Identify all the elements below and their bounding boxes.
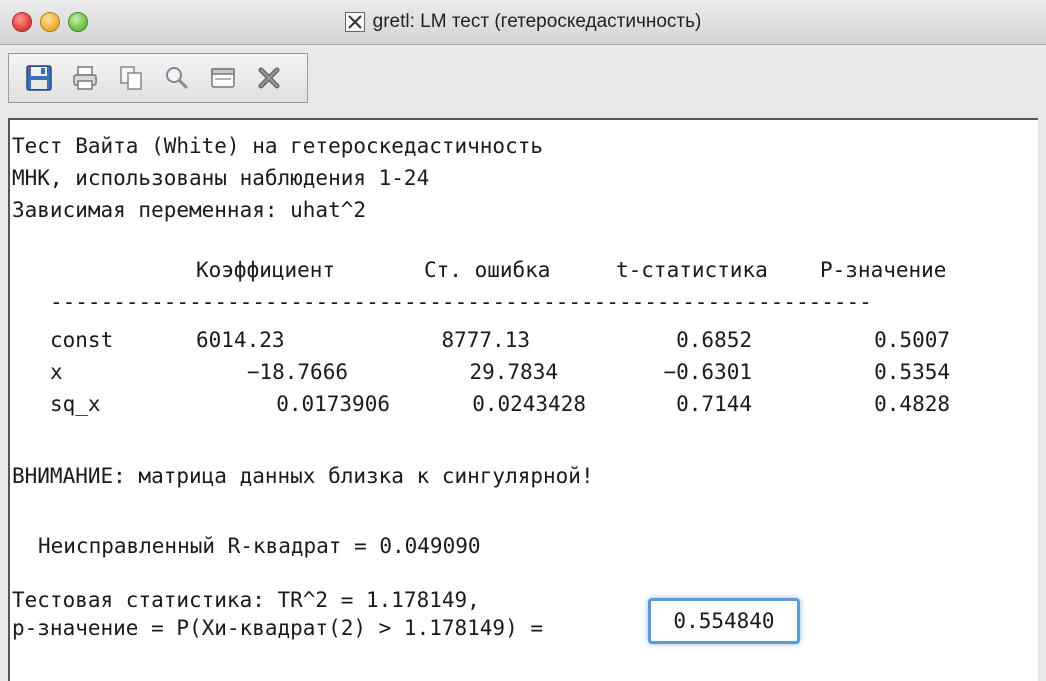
close-icon[interactable] xyxy=(251,60,287,96)
row-coef-const: 6014.23 xyxy=(196,328,285,352)
table-separator: ----------------------------------------… xyxy=(50,290,872,314)
column-header-p: P-значение xyxy=(820,258,947,282)
print-icon[interactable] xyxy=(67,60,103,96)
p-value-expression: p-значение = P(Хи-квадрат(2) > 1.178149)… xyxy=(12,616,544,640)
column-header-t: t-статистика xyxy=(616,258,768,282)
column-header-coef: Коэффициент xyxy=(196,258,336,282)
row-p-x: 0.5354 xyxy=(874,360,950,384)
x11-icon xyxy=(344,12,365,32)
copy-icon[interactable] xyxy=(113,60,149,96)
row-var-const: const xyxy=(50,328,114,352)
row-coef-x: −18.7666 xyxy=(246,360,348,384)
row-se-sq_x: 0.0243428 xyxy=(472,392,586,416)
unadjusted-r2: Неисправленный R-квадрат = 0.049090 xyxy=(38,534,481,558)
output-text-area[interactable]: Тест Вайта (White) на гетероскедастичнос… xyxy=(8,118,1038,681)
row-se-x: 29.7834 xyxy=(469,360,558,384)
row-coef-sq_x: 0.0173906 xyxy=(276,392,390,416)
test-statistic: Тестовая статистика: TR^2 = 1.178149, xyxy=(12,588,480,612)
row-t-sq_x: 0.7144 xyxy=(676,392,752,416)
row-p-const: 0.5007 xyxy=(874,328,950,352)
warning-message: ВНИМАНИЕ: матрица данных близка к сингул… xyxy=(12,464,594,488)
column-header-se: Ст. ошибка xyxy=(424,258,551,282)
p-value: 0.554840 xyxy=(673,609,775,633)
window-title: gretl: LM тест (гетероскедастичность) xyxy=(372,11,702,32)
row-p-sq_x: 0.4828 xyxy=(874,392,950,416)
zoom-icon[interactable] xyxy=(159,60,195,96)
dependent-variable: Зависимая переменная: uhat^2 xyxy=(12,198,367,222)
test-heading: Тест Вайта (White) на гетероскедастичнос… xyxy=(12,134,544,158)
row-var-x: x xyxy=(50,360,63,384)
gretl-window: gretl: LM тест (гетероскедастичность) Те… xyxy=(0,0,1046,681)
row-se-const: 8777.13 xyxy=(441,328,530,352)
row-var-sq_x: sq_x xyxy=(50,392,101,416)
sample-info: МНК, использованы наблюдения 1-24 xyxy=(12,166,430,190)
row-t-x: −0.6301 xyxy=(663,360,752,384)
title-wrap: gretl: LM тест (гетероскедастичность) xyxy=(0,0,1046,44)
row-t-const: 0.6852 xyxy=(676,328,752,352)
save-icon[interactable] xyxy=(21,60,57,96)
window-icon[interactable] xyxy=(205,60,241,96)
p-value-highlight: 0.554840 xyxy=(648,598,800,644)
toolbar xyxy=(0,45,1046,115)
toolbar-group xyxy=(8,53,308,103)
title-bar[interactable]: gretl: LM тест (гетероскедастичность) xyxy=(0,0,1046,45)
